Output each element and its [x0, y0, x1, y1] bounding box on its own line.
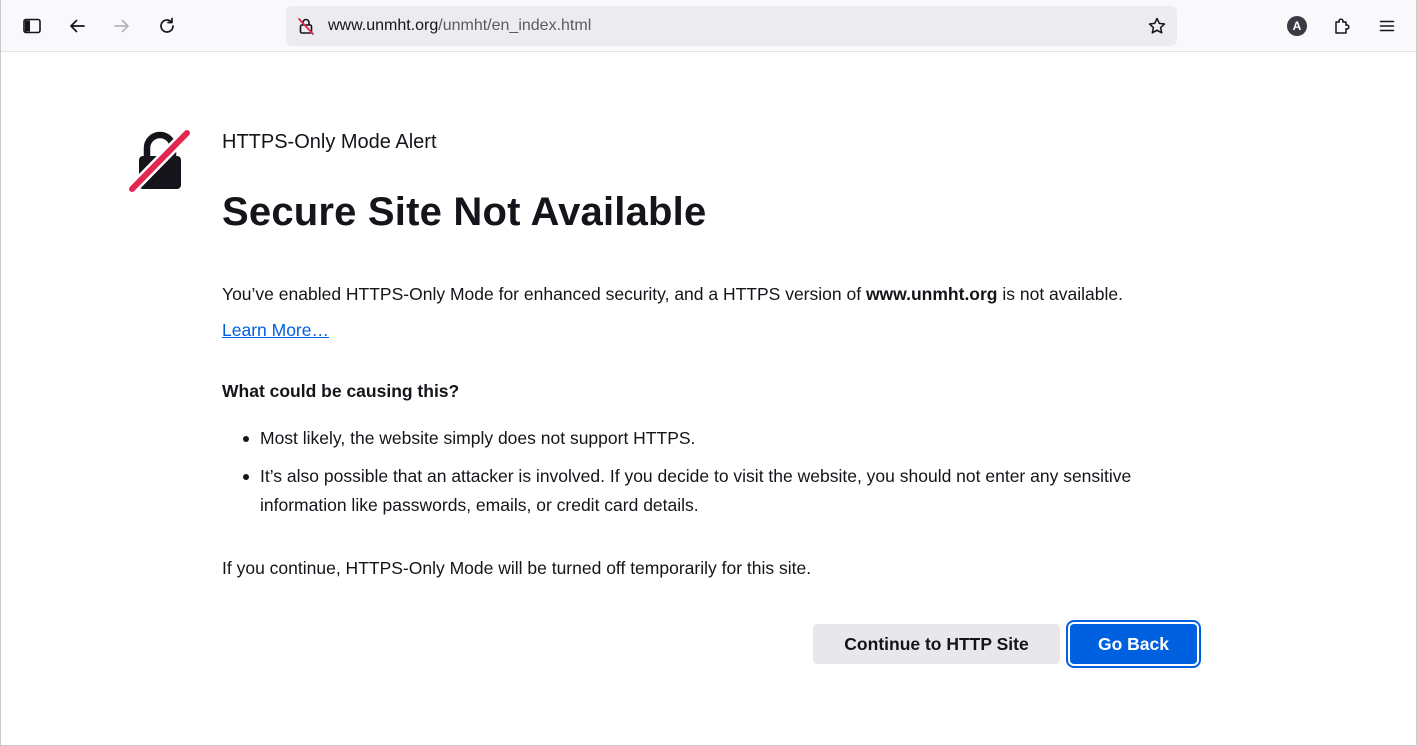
account-button[interactable]: A: [1279, 8, 1315, 44]
page-title: Secure Site Not Available: [222, 190, 707, 234]
forward-button[interactable]: [104, 8, 140, 44]
account-initial: A: [1292, 19, 1302, 33]
go-back-button[interactable]: Go Back: [1066, 620, 1201, 668]
arrow-right-icon: [114, 19, 129, 33]
hamburger-menu-icon: [1379, 20, 1395, 32]
site-info-button[interactable]: [294, 14, 318, 38]
description-host: www.unmht.org: [865, 284, 998, 304]
url-text[interactable]: www.unmht.org/unmht/en_index.html: [328, 6, 591, 46]
account-icon: A: [1287, 16, 1307, 36]
puzzle-icon: [1335, 18, 1350, 34]
arrow-left-icon: [70, 19, 85, 33]
url-host: www.unmht.org: [328, 17, 439, 34]
url-bar[interactable]: www.unmht.org/unmht/en_index.html: [286, 6, 1177, 46]
cause-heading: What could be causing this?: [222, 381, 460, 401]
description-suffix: is not available.: [997, 284, 1123, 304]
extensions-button[interactable]: [1324, 8, 1360, 44]
description-prefix: You’ve enabled HTTPS-Only Mode for enhan…: [222, 284, 866, 304]
sidebar-toggle-button[interactable]: [14, 8, 50, 44]
learn-more-link[interactable]: Learn More…: [222, 320, 329, 341]
alert-title: HTTPS-Only Mode Alert: [222, 131, 437, 153]
browser-window: www.unmht.org/unmht/en_index.html A HTTP…: [0, 0, 1417, 746]
continue-to-http-button[interactable]: Continue to HTTP Site: [813, 624, 1060, 664]
insecure-lock-icon: [298, 18, 314, 35]
description-text: You’ve enabled HTTPS-Only Mode for enhan…: [222, 284, 1123, 305]
back-button[interactable]: [59, 8, 95, 44]
reload-button[interactable]: [149, 8, 185, 44]
menu-button[interactable]: [1369, 8, 1405, 44]
cause-list: Most likely, the website simply does not…: [222, 424, 1212, 529]
browser-toolbar: www.unmht.org/unmht/en_index.html A: [1, 0, 1416, 52]
url-path: /unmht/en_index.html: [438, 17, 592, 34]
sidebar-icon: [23, 18, 41, 34]
list-item: It’s also possible that an attacker is i…: [222, 462, 1212, 520]
reload-icon: [160, 17, 174, 33]
star-icon: [1148, 17, 1166, 34]
list-item: Most likely, the website simply does not…: [222, 424, 1212, 453]
broken-lock-icon: [126, 127, 193, 195]
bookmark-button[interactable]: [1145, 14, 1169, 38]
continue-note: If you continue, HTTPS-Only Mode will be…: [222, 558, 812, 578]
